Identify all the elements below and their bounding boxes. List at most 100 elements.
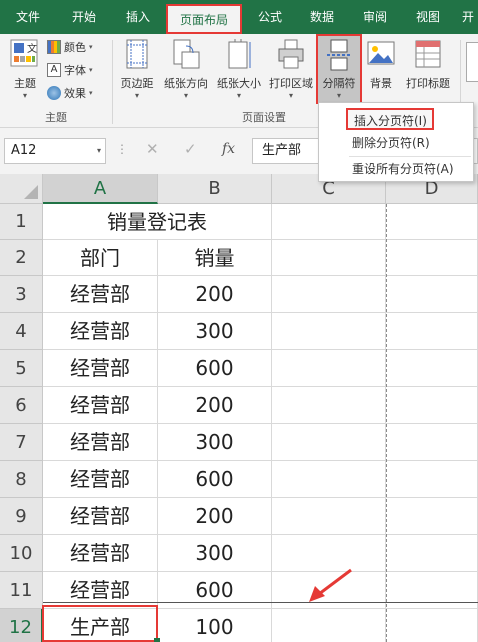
row-header[interactable]: 9 xyxy=(0,498,43,535)
cell-b2[interactable]: 销量 xyxy=(158,240,272,276)
print-titles-label: 打印标题 xyxy=(406,77,450,90)
cell-c1[interactable] xyxy=(272,204,386,240)
menu-item-remove-page-break[interactable]: 删除分页符(R) xyxy=(319,132,473,154)
cell-c6[interactable] xyxy=(272,387,386,424)
effects-button[interactable]: 效果 ▾ xyxy=(47,83,93,103)
select-all-button[interactable] xyxy=(0,174,43,204)
tab-developer[interactable]: 开 xyxy=(462,0,478,34)
tab-data[interactable]: 数据 xyxy=(300,0,344,34)
tab-formulas[interactable]: 公式 xyxy=(248,0,292,34)
effects-icon xyxy=(47,86,61,100)
size-button[interactable]: 纸张大小 ▾ xyxy=(213,38,265,100)
menu-item-reset-all-page-breaks[interactable]: 重设所有分页符(A) xyxy=(319,158,473,180)
cell-d10[interactable] xyxy=(386,535,478,572)
row-header[interactable]: 10 xyxy=(0,535,43,572)
cancel-icon[interactable]: ✕ xyxy=(146,140,159,158)
cell-c2[interactable] xyxy=(272,240,386,276)
cell-d3[interactable] xyxy=(386,276,478,313)
cell-b10[interactable]: 300 xyxy=(158,535,272,572)
confirm-icon[interactable]: ✓ xyxy=(184,140,197,158)
column-header-b[interactable]: B xyxy=(158,174,272,204)
cell-d4[interactable] xyxy=(386,313,478,350)
cell-a7[interactable]: 经营部 xyxy=(43,424,158,461)
cell-a9[interactable]: 经营部 xyxy=(43,498,158,535)
cell-d9[interactable] xyxy=(386,498,478,535)
cell-b5[interactable]: 600 xyxy=(158,350,272,387)
cell-b4[interactable]: 300 xyxy=(158,313,272,350)
tab-home[interactable]: 开始 xyxy=(62,0,106,34)
cell-c4[interactable] xyxy=(272,313,386,350)
cell-b8[interactable]: 600 xyxy=(158,461,272,498)
row-header[interactable]: 3 xyxy=(0,276,43,313)
chevron-down-icon: ▾ xyxy=(89,66,93,74)
cell-a10[interactable]: 经营部 xyxy=(43,535,158,572)
cell-d2[interactable] xyxy=(386,240,478,276)
tab-insert[interactable]: 插入 xyxy=(116,0,160,34)
row-header[interactable]: 8 xyxy=(0,461,43,498)
name-box-value: A12 xyxy=(11,143,37,158)
cell-d1[interactable] xyxy=(386,204,478,240)
cell-d8[interactable] xyxy=(386,461,478,498)
breaks-button[interactable]: 分隔符 ▾ xyxy=(316,34,362,104)
tab-review[interactable]: 审阅 xyxy=(353,0,397,34)
row-header[interactable]: 11 xyxy=(0,572,43,609)
cell-b11[interactable]: 600 xyxy=(158,572,272,609)
cell-a6[interactable]: 经营部 xyxy=(43,387,158,424)
background-button[interactable]: 背景 xyxy=(364,38,398,91)
margins-button[interactable]: 页边距 ▾ xyxy=(116,38,158,100)
effects-label: 效果 xyxy=(64,87,86,100)
colors-button[interactable]: 颜色 ▾ xyxy=(47,37,93,57)
tab-file[interactable]: 文件 xyxy=(6,0,50,34)
orientation-icon xyxy=(173,39,200,69)
fill-handle[interactable] xyxy=(154,638,160,642)
cell-c9[interactable] xyxy=(272,498,386,535)
row-header[interactable]: 2 xyxy=(0,240,43,276)
themes-button[interactable]: 文 主题 ▾ xyxy=(6,38,44,100)
row-header[interactable]: 1 xyxy=(0,204,43,240)
printer-icon xyxy=(278,39,304,69)
menu-item-insert-page-break[interactable]: 插入分页符(I) xyxy=(346,108,434,130)
orientation-button[interactable]: 纸张方向 ▾ xyxy=(160,38,212,100)
chevron-down-icon: ▾ xyxy=(89,89,93,97)
colors-label: 颜色 xyxy=(64,41,86,54)
chevron-down-icon: ▾ xyxy=(89,43,93,51)
cell-a8[interactable]: 经营部 xyxy=(43,461,158,498)
scale-to-fit-icon[interactable] xyxy=(466,42,478,82)
print-area-button[interactable]: 打印区域 ▾ xyxy=(266,38,316,100)
cell-c5[interactable] xyxy=(272,350,386,387)
cell-b12[interactable]: 100 xyxy=(158,609,272,642)
print-titles-button[interactable]: 打印标题 xyxy=(402,38,454,91)
cell-c3[interactable] xyxy=(272,276,386,313)
cell-a4[interactable]: 经营部 xyxy=(43,313,158,350)
tab-view[interactable]: 视图 xyxy=(406,0,450,34)
cell-a2[interactable]: 部门 xyxy=(43,240,158,276)
column-header-a[interactable]: A xyxy=(43,174,158,204)
menu-divider xyxy=(349,156,471,157)
insert-function-icon[interactable]: fx xyxy=(222,141,235,157)
cell-b7[interactable]: 300 xyxy=(158,424,272,461)
row-header[interactable]: 7 xyxy=(0,424,43,461)
cell-c7[interactable] xyxy=(272,424,386,461)
cell-a5[interactable]: 经营部 xyxy=(43,350,158,387)
row-header[interactable]: 12 xyxy=(0,609,43,642)
cell-a3[interactable]: 经营部 xyxy=(43,276,158,313)
sheet-title-cell[interactable]: 销量登记表 xyxy=(43,204,272,240)
cell-b9[interactable]: 200 xyxy=(158,498,272,535)
tab-page-layout[interactable]: 页面布局 xyxy=(166,4,242,34)
cell-d11[interactable] xyxy=(386,572,478,609)
row-header[interactable]: 4 xyxy=(0,313,43,350)
cell-d5[interactable] xyxy=(386,350,478,387)
name-box[interactable]: A12 ▾ xyxy=(4,138,106,164)
row-header[interactable]: 5 xyxy=(0,350,43,387)
drag-handle-icon[interactable]: ⋮ xyxy=(116,142,128,156)
row-header[interactable]: 6 xyxy=(0,387,43,424)
cell-d12[interactable] xyxy=(386,609,478,642)
cell-b6[interactable]: 200 xyxy=(158,387,272,424)
cell-c8[interactable] xyxy=(272,461,386,498)
cell-b3[interactable]: 200 xyxy=(158,276,272,313)
fonts-button[interactable]: A 字体 ▾ xyxy=(47,60,93,80)
worksheet-grid[interactable]: A B C D 1 销量登记表 2 部门 销量 3 经营部 200 4 经营部 300 5 经营部 600 6 经营部… xyxy=(0,174,478,642)
cell-a11[interactable]: 经营部 xyxy=(43,572,158,609)
cell-d6[interactable] xyxy=(386,387,478,424)
cell-d7[interactable] xyxy=(386,424,478,461)
